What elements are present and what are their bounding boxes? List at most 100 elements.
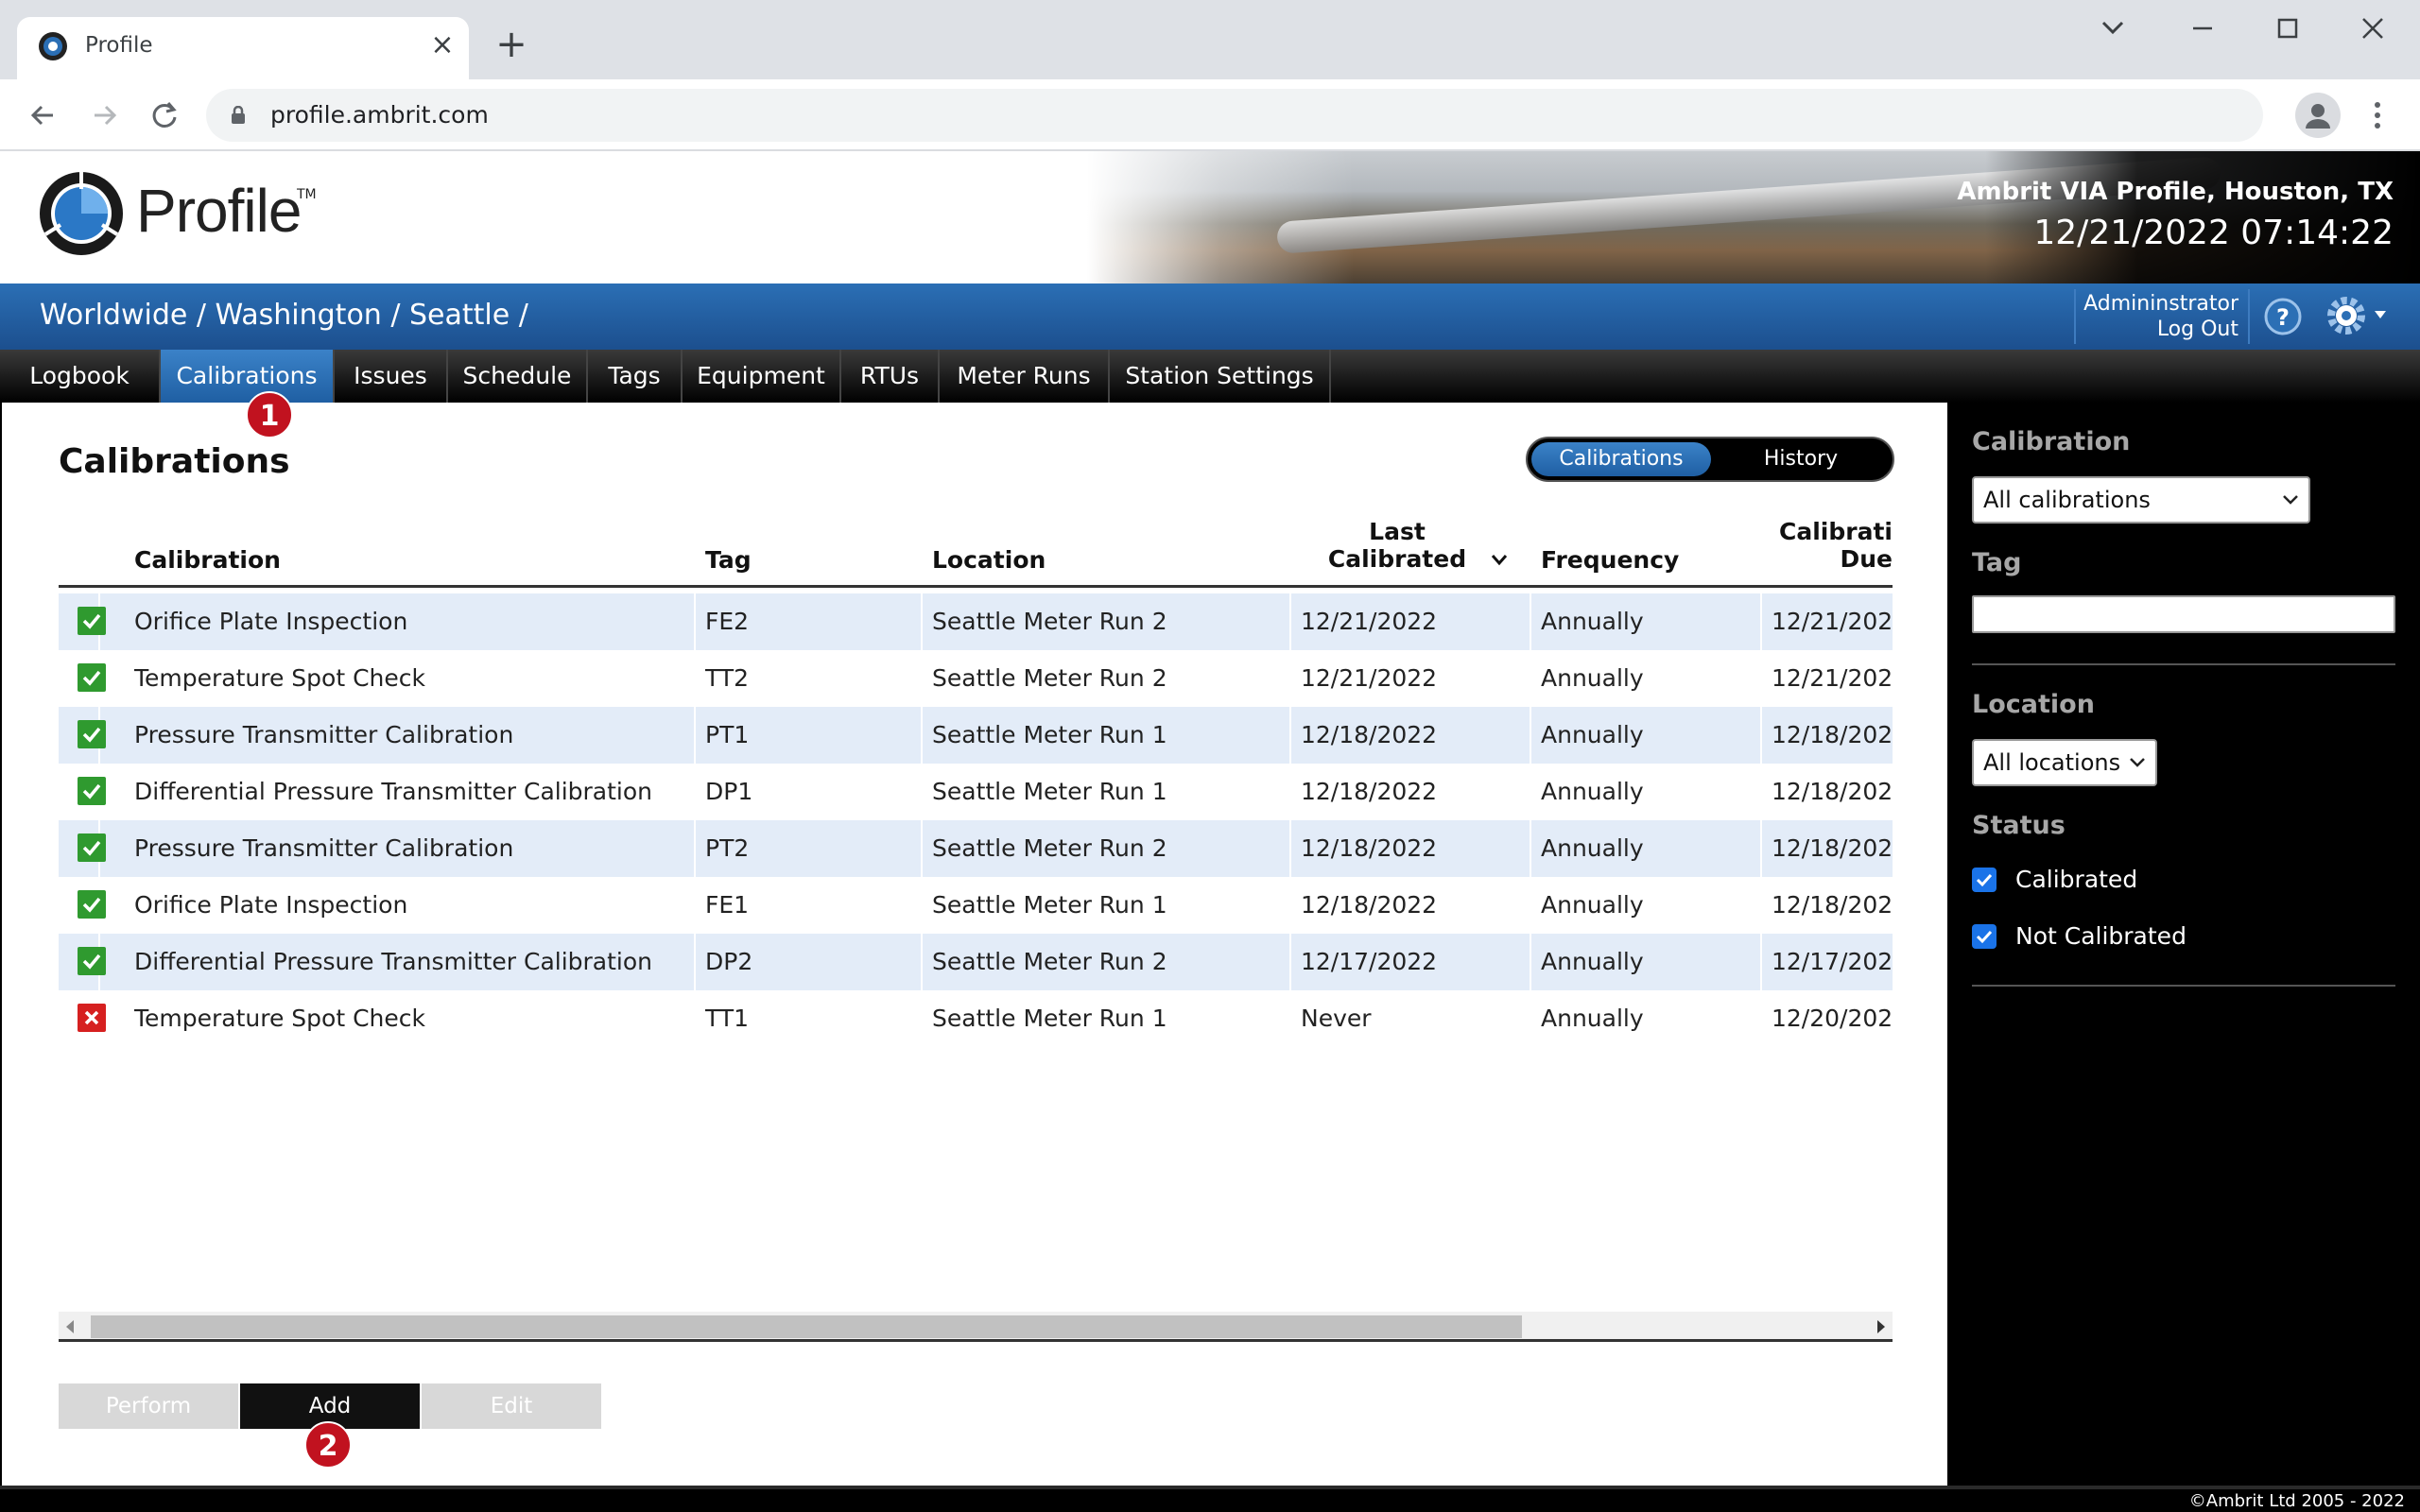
col-due-line1: Calibrati <box>1779 518 1893 545</box>
cell-last-calibrated: Never <box>1301 1005 1372 1032</box>
column-separator <box>694 820 696 877</box>
cell-calibration: Orifice Plate Inspection <box>134 608 408 635</box>
table-row[interactable]: Orifice Plate Inspection FE2 Seattle Meter… <box>59 593 1893 650</box>
breadcrumb-bar: Worldwide / Washington / Seattle / Admin… <box>0 284 2420 350</box>
cell-calibration: Differential Pressure Transmitter Calibr… <box>134 948 653 975</box>
breadcrumb[interactable]: Worldwide / Washington / Seattle / <box>40 299 528 332</box>
tab-logbook[interactable]: Logbook <box>0 350 161 403</box>
tab-issues[interactable]: Issues <box>335 350 448 403</box>
tab-close-icon[interactable]: × <box>425 28 459 62</box>
edit-button[interactable]: Edit <box>422 1383 601 1429</box>
address-bar[interactable]: profile.ambrit.com <box>206 89 2263 142</box>
calibrations-table: Calibration Tag Location Last Calibrated… <box>59 507 1893 1041</box>
table-row[interactable]: Pressure Transmitter Calibration PT1 Seatt… <box>59 707 1893 764</box>
cell-calibration-due: 12/20/202 <box>1772 1005 1893 1032</box>
cell-frequency: Annually <box>1541 1005 1644 1032</box>
cell-tag: PT1 <box>705 721 750 748</box>
location-select-value: All locations <box>1983 749 2121 776</box>
col-last-calibrated[interactable]: Last Calibrated <box>1288 518 1507 573</box>
cell-calibration-due: 12/18/202 <box>1772 778 1893 805</box>
calibration-select[interactable]: All calibrations <box>1972 476 2310 524</box>
perform-button[interactable]: Perform <box>59 1383 238 1429</box>
table-row[interactable]: Differential Pressure Transmitter Calibr… <box>59 934 1893 990</box>
tab-calibrations[interactable]: Calibrations <box>161 350 335 403</box>
calibrated-check-icon <box>78 720 106 748</box>
back-arrow-icon[interactable] <box>23 94 64 136</box>
sort-desc-icon <box>1491 555 1508 566</box>
calibrated-check-icon <box>78 833 106 862</box>
table-header: Calibration Tag Location Last Calibrated… <box>59 507 1893 588</box>
cell-tag: PT2 <box>705 834 750 862</box>
cell-location: Seattle Meter Run 1 <box>932 721 1167 748</box>
user-name[interactable]: Admininstrator <box>2083 291 2238 317</box>
cell-tag: TT1 <box>705 1005 750 1032</box>
table-row[interactable]: Pressure Transmitter Calibration PT2 Seatt… <box>59 820 1893 877</box>
column-separator <box>921 934 923 990</box>
close-window-icon[interactable] <box>2344 9 2401 47</box>
scrollbar-thumb[interactable] <box>91 1315 1522 1338</box>
gear-icon[interactable] <box>2325 295 2367 336</box>
maximize-icon[interactable] <box>2259 9 2316 47</box>
tab-rtus[interactable]: RTUs <box>841 350 940 403</box>
filter-sidebar: Calibration All calibrations Tag Locatio… <box>1949 403 2420 1486</box>
url-text: profile.ambrit.com <box>270 101 489 129</box>
column-separator <box>1760 707 1762 764</box>
cell-last-calibrated: 12/18/2022 <box>1301 721 1438 748</box>
column-separator <box>921 764 923 820</box>
column-separator <box>1530 877 1531 934</box>
cell-last-calibrated: 12/17/2022 <box>1301 948 1438 975</box>
scroll-left-icon[interactable] <box>64 1319 76 1334</box>
calibrated-label[interactable]: Calibrated <box>2015 866 2137 893</box>
calibrated-check-icon <box>78 663 106 692</box>
browser-tab[interactable]: Profile × <box>17 17 469 79</box>
table-row[interactable]: Differential Pressure Transmitter Calibr… <box>59 764 1893 820</box>
tab-tags[interactable]: Tags <box>588 350 683 403</box>
logo-trademark: TM <box>297 187 317 202</box>
col-calibration[interactable]: Calibration <box>134 546 281 574</box>
browser-profile-icon[interactable] <box>2295 93 2341 138</box>
logout-link[interactable]: Log Out <box>2083 317 2238 342</box>
toggle-calibrations[interactable]: Calibrations <box>1531 442 1711 476</box>
calibrated-checkbox[interactable] <box>1972 868 1996 892</box>
browser-menu-icon[interactable] <box>2363 93 2392 138</box>
main-nav: Logbook Calibrations Issues Schedule Tag… <box>0 350 2420 403</box>
col-location[interactable]: Location <box>932 546 1046 574</box>
not-calibrated-checkbox[interactable] <box>1972 924 1996 949</box>
tag-filter-input[interactable] <box>1972 595 2395 633</box>
table-row[interactable]: Temperature Spot Check TT1 Seattle Meter R… <box>59 990 1893 1041</box>
cell-frequency: Annually <box>1541 834 1644 862</box>
cell-last-calibrated: 12/18/2022 <box>1301 891 1438 919</box>
reload-icon[interactable] <box>144 94 185 136</box>
header-clock: 12/21/2022 07:14:22 <box>2033 214 2394 252</box>
cell-calibration: Differential Pressure Transmitter Calibr… <box>134 778 653 805</box>
tab-meter-runs[interactable]: Meter Runs <box>940 350 1110 403</box>
cell-calibration-due: 12/18/202 <box>1772 834 1893 862</box>
table-row[interactable]: Temperature Spot Check TT2 Seattle Meter R… <box>59 650 1893 707</box>
help-icon[interactable]: ? <box>2263 297 2303 336</box>
cell-calibration: Temperature Spot Check <box>134 1005 425 1032</box>
horizontal-scrollbar[interactable] <box>59 1312 1893 1342</box>
not-calibrated-label[interactable]: Not Calibrated <box>2015 922 2187 950</box>
col-tag[interactable]: Tag <box>705 546 752 574</box>
logo-text: Profile <box>136 177 302 245</box>
scroll-right-icon[interactable] <box>1876 1319 1887 1334</box>
browser-toolbar: profile.ambrit.com <box>0 79 2420 151</box>
col-calibration-due[interactable]: Calibrati Due <box>1741 518 1893 573</box>
location-select[interactable]: All locations <box>1972 739 2157 786</box>
table-row[interactable]: Orifice Plate Inspection FE1 Seattle Meter… <box>59 877 1893 934</box>
column-separator <box>1760 990 1762 1041</box>
col-frequency[interactable]: Frequency <box>1541 546 1679 574</box>
main-panel: Calibrations Calibrations History Calibr… <box>2 391 1947 1486</box>
tab-schedule[interactable]: Schedule <box>448 350 588 403</box>
tab-search-icon[interactable] <box>2084 9 2141 47</box>
filter-tag-label: Tag <box>1972 548 2022 577</box>
chevron-down-icon[interactable] <box>2373 308 2388 321</box>
tab-equipment[interactable]: Equipment <box>683 350 841 403</box>
column-separator <box>1530 934 1531 990</box>
toggle-history[interactable]: History <box>1713 442 1889 476</box>
minimize-icon[interactable] <box>2174 9 2231 47</box>
forward-arrow-icon[interactable] <box>83 94 125 136</box>
tab-station-settings[interactable]: Station Settings <box>1110 350 1331 403</box>
footer: ©Ambrit Ltd 2005 - 2022 <box>0 1486 2420 1512</box>
new-tab-button[interactable]: + <box>492 25 531 64</box>
